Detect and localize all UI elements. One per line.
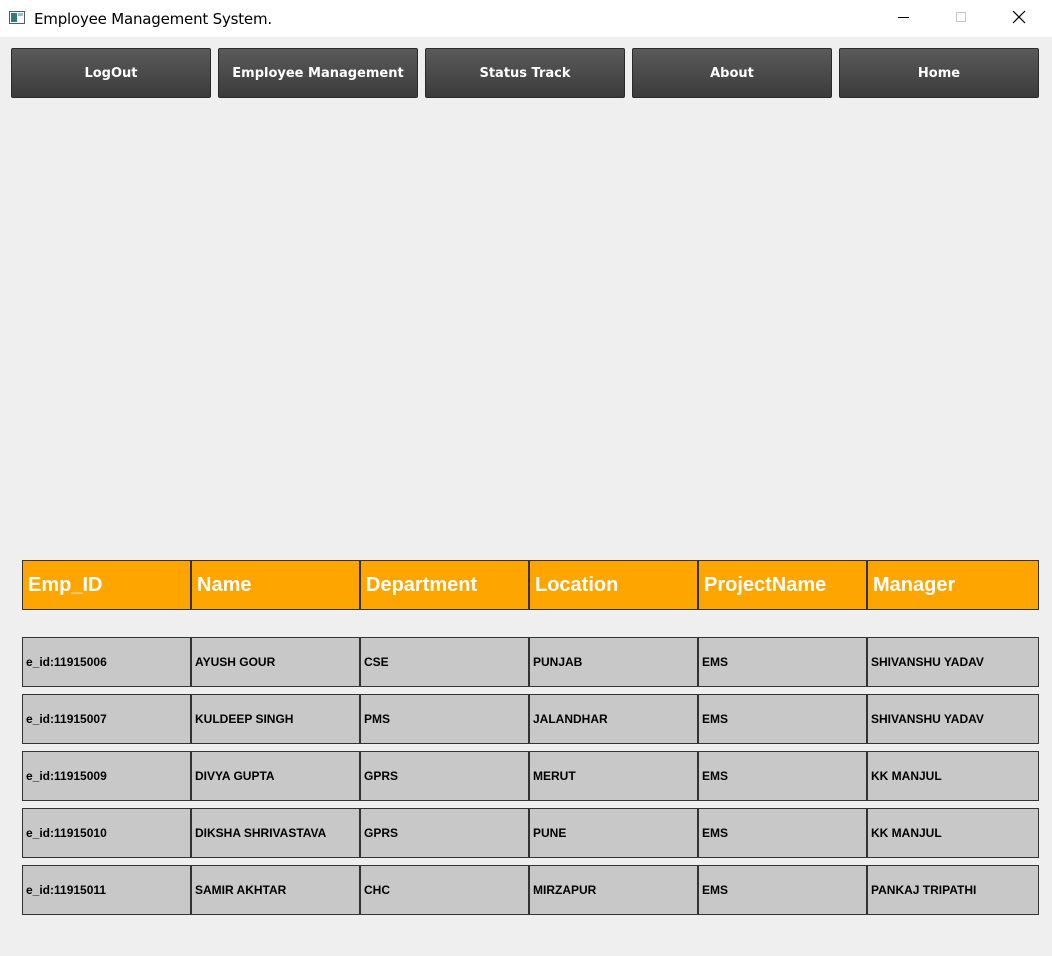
cell-emp-id: e_id:11915010 (22, 808, 191, 858)
maximize-button[interactable] (932, 0, 990, 37)
header-department: Department (360, 560, 529, 610)
cell-department: PMS (360, 694, 529, 744)
table-row: e_id:11915009 DIVYA GUPTA GPRS MERUT EMS… (22, 751, 1039, 801)
cell-project-name: EMS (698, 694, 867, 744)
cell-location: PUNE (529, 808, 698, 858)
window-title: Employee Management System. (34, 10, 272, 28)
cell-name: DIVYA GUPTA (191, 751, 360, 801)
minimize-icon (898, 17, 909, 18)
cell-department: CSE (360, 637, 529, 687)
cell-location: PUNJAB (529, 637, 698, 687)
cell-name: KULDEEP SINGH (191, 694, 360, 744)
header-project-name: ProjectName (698, 560, 867, 610)
cell-project-name: EMS (698, 808, 867, 858)
header-manager: Manager (867, 560, 1039, 610)
table-row: e_id:11915010 DIKSHA SHRIVASTAVA GPRS PU… (22, 808, 1039, 858)
header-emp-id: Emp_ID (22, 560, 191, 610)
close-icon (1012, 10, 1026, 24)
cell-department: GPRS (360, 808, 529, 858)
cell-emp-id: e_id:11915011 (22, 865, 191, 915)
cell-emp-id: e_id:11915009 (22, 751, 191, 801)
employee-management-button[interactable]: Employee Management (218, 48, 418, 98)
cell-location: MIRZAPUR (529, 865, 698, 915)
cell-manager: SHIVANSHU YADAV (867, 637, 1039, 687)
maximize-icon (956, 12, 966, 22)
close-button[interactable] (990, 0, 1048, 37)
cell-manager: KK MANJUL (867, 751, 1039, 801)
title-bar: Employee Management System. (0, 0, 1052, 37)
cell-emp-id: e_id:11915006 (22, 637, 191, 687)
table-row: e_id:11915006 AYUSH GOUR CSE PUNJAB EMS … (22, 637, 1039, 687)
status-track-button[interactable]: Status Track (425, 48, 625, 98)
cell-department: GPRS (360, 751, 529, 801)
cell-location: JALANDHAR (529, 694, 698, 744)
home-button[interactable]: Home (839, 48, 1039, 98)
logout-button[interactable]: LogOut (11, 48, 211, 98)
cell-manager: PANKAJ TRIPATHI (867, 865, 1039, 915)
table-row: e_id:11915007 KULDEEP SINGH PMS JALANDHA… (22, 694, 1039, 744)
cell-project-name: EMS (698, 751, 867, 801)
cell-department: CHC (360, 865, 529, 915)
cell-manager: KK MANJUL (867, 808, 1039, 858)
cell-name: AYUSH GOUR (191, 637, 360, 687)
app-icon (9, 11, 25, 24)
cell-project-name: EMS (698, 637, 867, 687)
cell-project-name: EMS (698, 865, 867, 915)
header-name: Name (191, 560, 360, 610)
table-row: e_id:11915011 SAMIR AKHTAR CHC MIRZAPUR … (22, 865, 1039, 915)
cell-location: MERUT (529, 751, 698, 801)
minimize-button[interactable] (874, 0, 932, 37)
cell-manager: SHIVANSHU YADAV (867, 694, 1039, 744)
cell-emp-id: e_id:11915007 (22, 694, 191, 744)
header-location: Location (529, 560, 698, 610)
about-button[interactable]: About (632, 48, 832, 98)
cell-name: SAMIR AKHTAR (191, 865, 360, 915)
cell-name: DIKSHA SHRIVASTAVA (191, 808, 360, 858)
table-header: Emp_ID Name Department Location ProjectN… (22, 560, 1039, 610)
